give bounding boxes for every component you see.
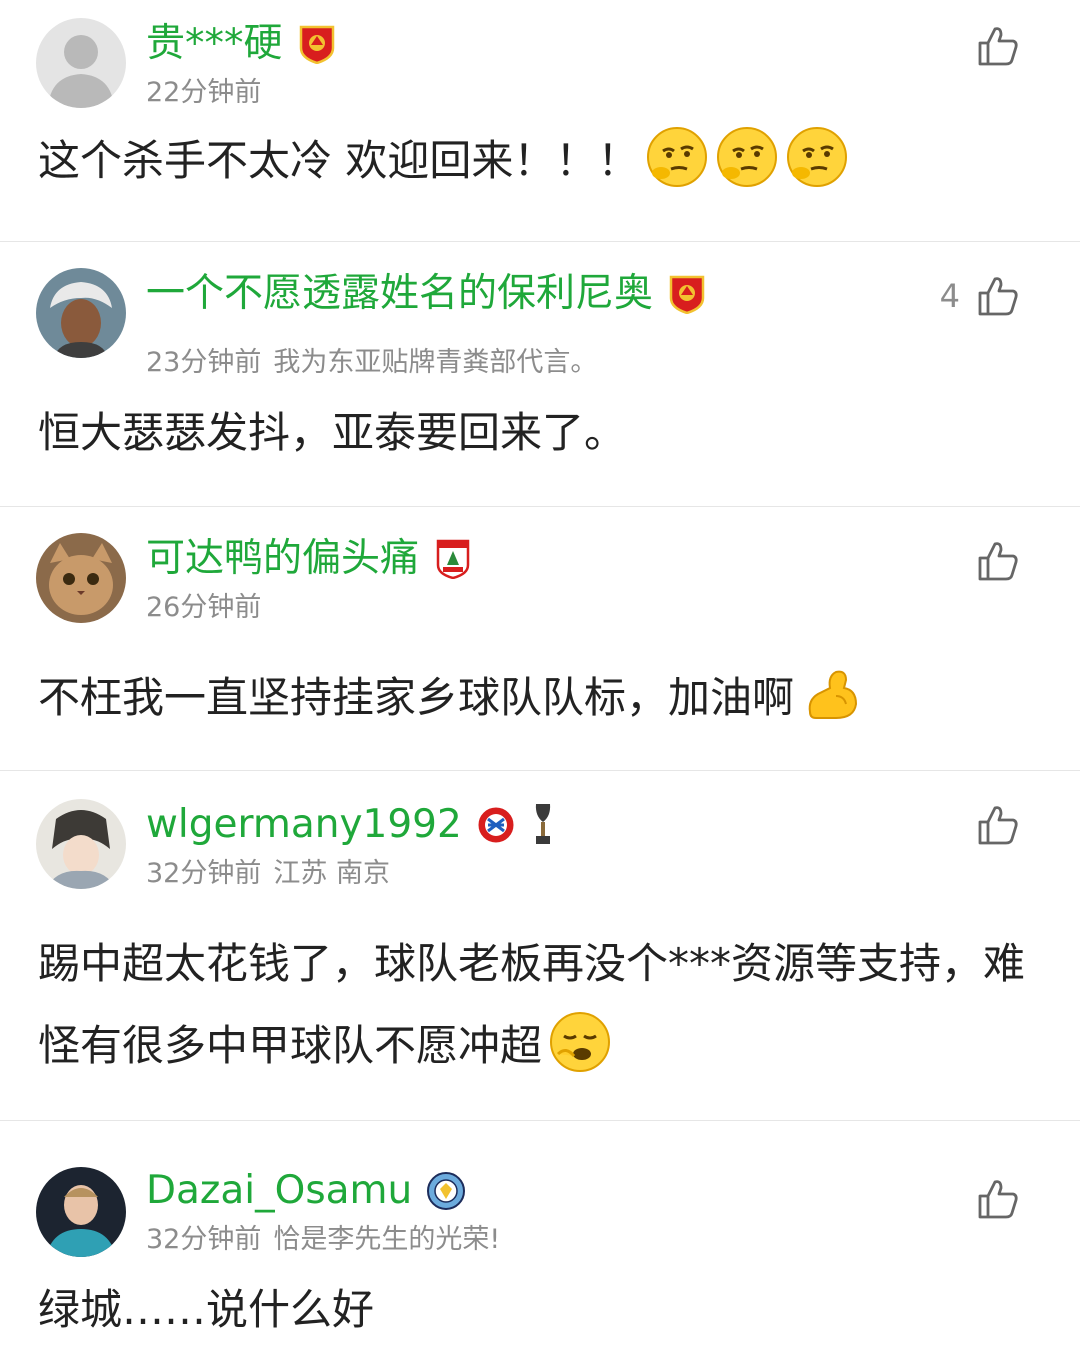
thinking-face-emoji bbox=[645, 125, 709, 189]
thinking-face-emoji bbox=[715, 125, 779, 189]
comment-text: 这个杀手不太冷 欢迎回来！！！ bbox=[38, 120, 1040, 202]
guangzhou-evergrande-badge bbox=[299, 25, 334, 64]
manchester-city-badge bbox=[427, 1172, 466, 1210]
thinking-face-emoji bbox=[785, 125, 849, 189]
username[interactable]: 一个不愿透露姓名的保利尼奥 bbox=[146, 268, 653, 320]
username[interactable]: 贵***硬 bbox=[146, 18, 283, 70]
comment-time: 32分钟前 bbox=[146, 1224, 262, 1255]
thumbs-up-icon bbox=[978, 27, 1018, 66]
comment-item: 一个不愿透露姓名的保利尼奥 23分钟前 我为东亚贴牌青粪部代言。 4 恒大瑟瑟发抖… bbox=[0, 242, 1080, 507]
thumbs-up-icon bbox=[978, 806, 1018, 845]
avatar[interactable] bbox=[36, 799, 126, 889]
avatar[interactable] bbox=[36, 268, 126, 358]
bayern-munich-badge bbox=[477, 806, 515, 844]
trophy-icon bbox=[535, 804, 550, 844]
like-button[interactable] bbox=[960, 1177, 1020, 1221]
username[interactable]: wlgermany1992 bbox=[146, 799, 462, 851]
default-user-icon bbox=[36, 18, 126, 108]
yawning-face-emoji bbox=[548, 1010, 612, 1074]
comment-time: 22分钟前 bbox=[146, 77, 262, 108]
anime-avatar-icon bbox=[36, 799, 126, 889]
comment-item: 贵***硬 22分钟前 这个杀手不太冷 欢迎回来！！！ bbox=[0, 0, 1080, 242]
like-button[interactable] bbox=[960, 24, 1020, 68]
thumbs-up-icon bbox=[978, 542, 1018, 581]
avatar[interactable] bbox=[36, 18, 126, 108]
changchun-yatai-badge bbox=[436, 539, 470, 579]
user-signature: 我为东亚贴牌青粪部代言。 bbox=[273, 347, 598, 378]
avatar[interactable] bbox=[36, 1167, 126, 1257]
user-photo-icon bbox=[36, 268, 126, 358]
user-photo-icon bbox=[36, 1167, 126, 1257]
cat-photo-icon bbox=[36, 533, 126, 623]
like-button[interactable] bbox=[960, 803, 1020, 847]
username[interactable]: Dazai_Osamu bbox=[146, 1165, 412, 1217]
guangzhou-evergrande-badge bbox=[669, 275, 705, 314]
comment-time: 32分钟前 bbox=[146, 858, 262, 889]
username[interactable]: 可达鸭的偏头痛 bbox=[146, 533, 419, 585]
comment-time: 23分钟前 bbox=[146, 347, 262, 378]
comment-text: 绿城……说什么好 bbox=[38, 1285, 375, 1334]
comment-time: 26分钟前 bbox=[146, 592, 262, 623]
comment-item: 可达鸭的偏头痛 26分钟前 不枉我一直坚持挂家乡球队队标，加油啊 bbox=[0, 507, 1080, 771]
like-count: 4 bbox=[939, 277, 960, 315]
comment-text: 恒大瑟瑟发抖，亚泰要回来了。 bbox=[38, 408, 627, 457]
comment-item: wlgermany1992 32分钟前 江苏 南京 踢中超太花钱了，球队老板再没个… bbox=[0, 771, 1080, 1121]
thumbs-up-icon bbox=[978, 1180, 1018, 1219]
comment-item: Dazai_Osamu 32分钟前 恰是李先生的光荣! 绿城……说什么好 bbox=[0, 1121, 1080, 1362]
like-button[interactable]: 4 bbox=[940, 274, 1020, 318]
user-signature: 恰是李先生的光荣! bbox=[273, 1224, 501, 1255]
like-button[interactable] bbox=[960, 539, 1020, 583]
comment-text: 踢中超太花钱了，球队老板再没个***资源等支持，难怪有很多中甲球队不愿冲超 bbox=[38, 923, 1040, 1087]
avatar[interactable] bbox=[36, 533, 126, 623]
thumbs-up-icon bbox=[978, 277, 1018, 316]
flexed-biceps-emoji bbox=[800, 662, 864, 726]
comment-text: 不枉我一直坚持挂家乡球队队标，加油啊 bbox=[38, 657, 1040, 739]
user-location: 江苏 南京 bbox=[273, 858, 390, 889]
